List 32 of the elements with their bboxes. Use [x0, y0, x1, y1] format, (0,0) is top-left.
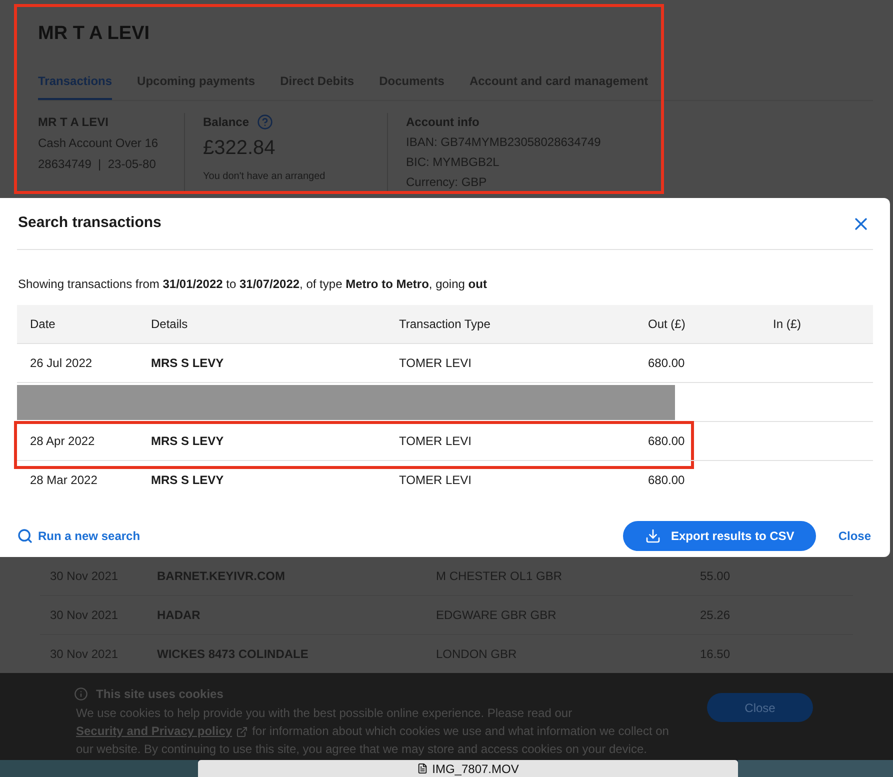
table-cell-text: MRS S LEVY [151, 433, 225, 450]
table-cell-text: 680.00 [648, 472, 686, 489]
file-icon [417, 763, 428, 774]
table-cell-text: 28 Mar 2022 [30, 472, 98, 489]
cookie-close-button[interactable]: Close [707, 693, 813, 722]
new-search-link[interactable]: Run a new search [17, 527, 140, 545]
external-link-icon [236, 726, 248, 738]
info-icon [74, 687, 88, 701]
column-header: In (£) [773, 316, 802, 333]
column-header: Details [151, 316, 189, 333]
table-cell-text: TOMER LEVI [399, 355, 472, 372]
dialog-title: Search transactions [18, 213, 162, 234]
download-icon [644, 528, 661, 544]
table-cell-text: 680.00 [648, 355, 686, 372]
file-name: IMG_7807.MOV [432, 760, 519, 777]
account-title: MR T A LEVI [38, 22, 151, 46]
table-cell-text: 26 Jul 2022 [30, 355, 94, 372]
table-cell-text: MRS S LEVY [151, 472, 225, 489]
column-header: Transaction Type [399, 316, 492, 333]
search-summary: Showing transactions from 31/01/2022 to 31/07/2022, of type Metro to Metro, going out [17, 276, 488, 293]
column-header: Date [30, 316, 56, 333]
close-link[interactable]: Close [838, 527, 871, 545]
table-cell-text: TOMER LEVI [399, 472, 472, 489]
table-cell-text: 680.00 [648, 433, 686, 450]
export-button[interactable]: Export results to CSV [622, 521, 816, 551]
table-cell-text: TOMER LEVI [399, 433, 472, 450]
table-cell-text: 28 Apr 2022 [30, 433, 96, 450]
table-cell-text: MRS S LEVY [151, 355, 225, 372]
search-icon [17, 528, 33, 544]
account-tab[interactable]: Transactions [38, 72, 112, 100]
file-tab[interactable]: IMG_7807.MOV [198, 760, 738, 777]
column-header: Out (£) [648, 316, 686, 333]
